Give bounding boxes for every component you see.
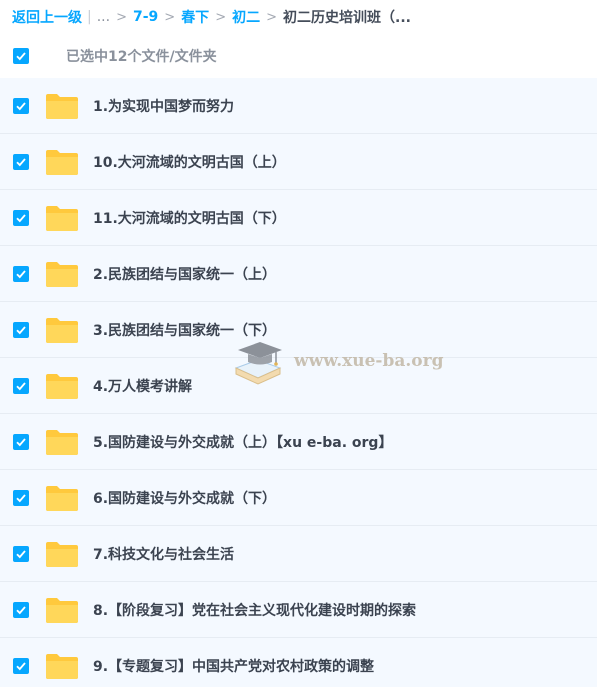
file-name[interactable]: 3.民族团结与国家统一（下） — [93, 320, 276, 340]
folder-icon — [46, 429, 78, 455]
row-checkbox[interactable] — [13, 433, 29, 450]
selection-bar: 已选中12个文件/文件夹 — [0, 34, 597, 78]
list-item[interactable]: 1.为实现中国梦而努力 — [0, 78, 597, 134]
file-name[interactable]: 11.大河流域的文明古国（下） — [93, 208, 286, 228]
folder-icon — [46, 653, 78, 679]
row-checkbox[interactable] — [13, 265, 29, 282]
file-name[interactable]: 2.民族团结与国家统一（上） — [93, 264, 276, 284]
list-item[interactable]: 10.大河流域的文明古国（上） — [0, 134, 597, 190]
chevron-right-icon: > — [164, 9, 176, 25]
checkmark-icon — [16, 101, 26, 110]
breadcrumb: 返回上一级 | ... > 7-9 > 春下 > 初二 > 初二历史培训班（..… — [0, 0, 597, 34]
list-item[interactable]: 3.民族团结与国家统一（下） — [0, 302, 597, 358]
file-name[interactable]: 4.万人模考讲解 — [93, 376, 192, 396]
folder-icon — [46, 373, 78, 399]
row-checkbox[interactable] — [13, 321, 29, 338]
checkmark-icon — [16, 213, 26, 222]
checkmark-icon — [16, 661, 26, 670]
list-item[interactable]: 5.国防建设与外交成就（上）【xu e-ba. org】 — [0, 414, 597, 470]
chevron-right-icon: > — [116, 9, 127, 25]
row-checkbox[interactable] — [13, 545, 29, 562]
file-name[interactable]: 6.国防建设与外交成就（下） — [93, 488, 276, 508]
file-name[interactable]: 5.国防建设与外交成就（上）【xu e-ba. org】 — [93, 432, 392, 452]
list-item[interactable]: 4.万人模考讲解 — [0, 358, 597, 414]
file-name[interactable]: 1.为实现中国梦而努力 — [93, 96, 234, 116]
row-checkbox[interactable] — [13, 153, 29, 170]
breadcrumb-ellipsis[interactable]: ... — [97, 9, 110, 25]
breadcrumb-item[interactable]: 初二 — [232, 7, 260, 27]
checkmark-icon — [16, 157, 26, 166]
row-checkbox[interactable] — [13, 601, 29, 618]
folder-icon — [46, 261, 78, 287]
row-checkbox[interactable] — [13, 657, 29, 674]
folder-icon — [46, 149, 78, 175]
checkmark-icon — [16, 549, 26, 558]
folder-icon — [46, 597, 78, 623]
checkmark-icon — [16, 325, 26, 334]
breadcrumb-current: 初二历史培训班（... — [283, 10, 411, 26]
breadcrumb-divider: | — [87, 9, 92, 25]
breadcrumb-item[interactable]: 春下 — [181, 7, 209, 27]
list-item[interactable]: 2.民族团结与国家统一（上） — [0, 246, 597, 302]
file-list: 1.为实现中国梦而努力 10.大河流域的文明古国（上） 11.大河流域的文明古国… — [0, 78, 597, 687]
row-checkbox[interactable] — [13, 489, 29, 506]
folder-icon — [46, 541, 78, 567]
checkmark-icon — [16, 437, 26, 446]
back-link[interactable]: 返回上一级 — [12, 7, 82, 27]
file-name[interactable]: 10.大河流域的文明古国（上） — [93, 152, 286, 172]
list-item[interactable]: 7.科技文化与社会生活 — [0, 526, 597, 582]
breadcrumb-item[interactable]: 7-9 — [133, 9, 158, 25]
file-name[interactable]: 9.【专题复习】中国共产党对农村政策的调整 — [93, 656, 374, 676]
file-name[interactable]: 7.科技文化与社会生活 — [93, 544, 234, 564]
chevron-right-icon: > — [266, 9, 277, 25]
folder-icon — [46, 317, 78, 343]
list-item[interactable]: 11.大河流域的文明古国（下） — [0, 190, 597, 246]
chevron-right-icon: > — [215, 9, 227, 25]
row-checkbox[interactable] — [13, 209, 29, 226]
list-item[interactable]: 8.【阶段复习】党在社会主义现代化建设时期的探索 — [0, 582, 597, 638]
file-name[interactable]: 8.【阶段复习】党在社会主义现代化建设时期的探索 — [93, 600, 416, 620]
select-all-checkbox[interactable] — [13, 48, 29, 64]
folder-icon — [46, 93, 78, 119]
list-item[interactable]: 9.【专题复习】中国共产党对农村政策的调整 — [0, 638, 597, 687]
folder-icon — [46, 485, 78, 511]
checkmark-icon — [16, 605, 26, 614]
row-checkbox[interactable] — [13, 377, 29, 394]
checkmark-icon — [16, 269, 26, 278]
checkmark-icon — [16, 493, 26, 502]
checkmark-icon — [16, 381, 26, 390]
selection-count: 已选中12个文件/文件夹 — [66, 49, 217, 65]
checkmark-icon — [16, 52, 26, 61]
folder-icon — [46, 205, 78, 231]
list-item[interactable]: 6.国防建设与外交成就（下） — [0, 470, 597, 526]
row-checkbox[interactable] — [13, 97, 29, 114]
